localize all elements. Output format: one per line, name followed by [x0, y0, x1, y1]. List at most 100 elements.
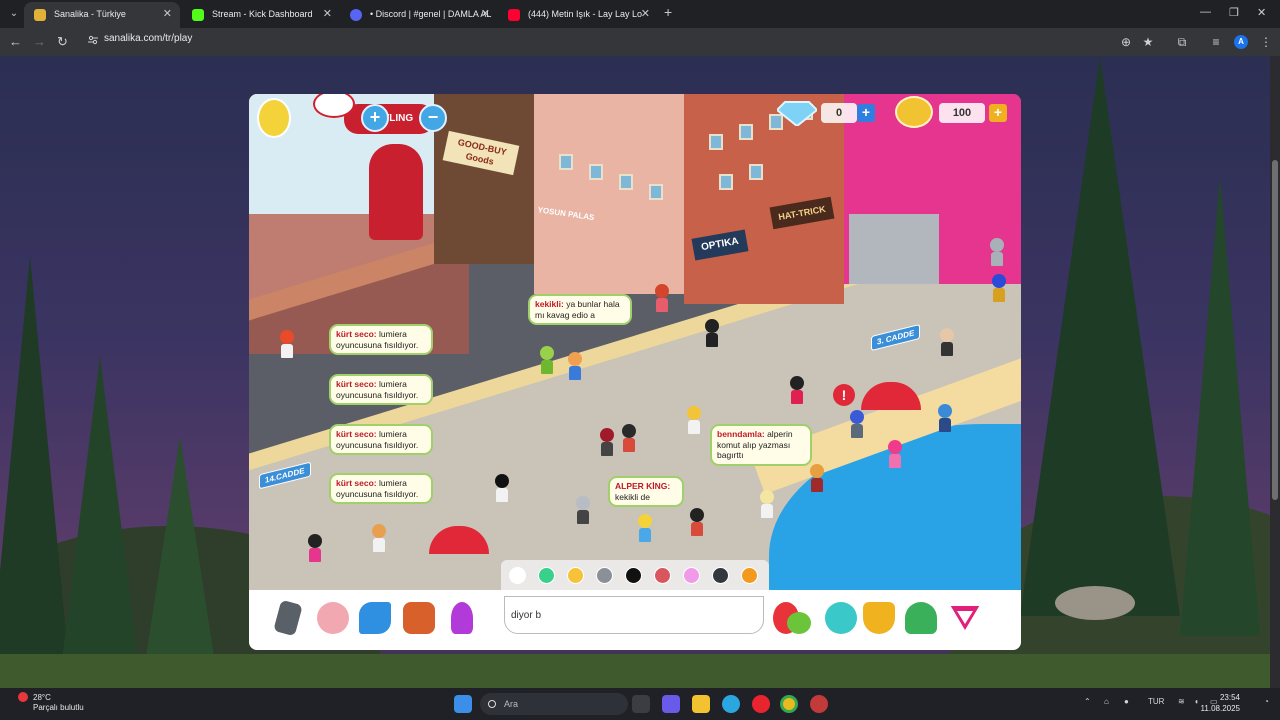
tab-close-icon[interactable]: ✕	[641, 2, 650, 26]
chrome-menu-icon[interactable]: ⋮	[1258, 34, 1274, 50]
weather-widget[interactable]: 28°C Parçalı bulutlu	[33, 693, 84, 713]
player-avatar[interactable]	[257, 98, 291, 138]
pine-tree	[1180, 176, 1260, 636]
avatar-character[interactable]	[759, 490, 775, 518]
actions-icon[interactable]	[451, 602, 473, 634]
pine-tree	[140, 436, 220, 688]
avatar-character[interactable]	[991, 274, 1007, 302]
window	[749, 164, 763, 180]
color-swatch-dark[interactable]	[712, 567, 729, 584]
color-swatch-gray[interactable]	[596, 567, 613, 584]
url-text[interactable]: sanalika.com/tr/play	[104, 33, 192, 44]
emotions-icon[interactable]	[317, 602, 349, 634]
new-tab-icon[interactable]: +	[664, 4, 672, 20]
bookmark-star-icon[interactable]: ★	[1140, 34, 1156, 50]
avatar-character[interactable]	[307, 534, 323, 562]
chrome-icon[interactable]	[780, 695, 798, 713]
island-icon[interactable]	[905, 602, 937, 634]
tab-close-icon[interactable]: ✕	[481, 2, 490, 26]
media-controls-icon[interactable]: ≡	[1208, 34, 1224, 50]
file-explorer-icon[interactable]	[692, 695, 710, 713]
microphone-icon[interactable]: ●	[1124, 697, 1129, 706]
site-info-icon[interactable]	[88, 35, 98, 45]
buy-diamonds-button[interactable]: +	[857, 104, 875, 122]
avatar-character[interactable]	[689, 508, 705, 536]
language-indicator[interactable]: TUR	[1148, 697, 1164, 706]
avatar-character[interactable]	[621, 424, 637, 452]
tab-kick[interactable]: Stream - Kick Dashboard ✕	[182, 2, 340, 28]
color-swatch-yellow[interactable]	[567, 567, 584, 584]
trophy-icon[interactable]	[863, 602, 895, 634]
restore-icon[interactable]: ❐	[1229, 6, 1239, 19]
copilot-icon[interactable]	[662, 695, 680, 713]
tab-discord[interactable]: • Discord | #genel | DAMLA AL ✕	[340, 2, 498, 28]
avatar-character[interactable]	[789, 376, 805, 404]
wifi-icon[interactable]: ≋	[1178, 697, 1185, 706]
avatar-character[interactable]	[704, 319, 720, 347]
address-bar[interactable]	[80, 31, 1166, 53]
game-window[interactable]: BOWLING GOOD-BUY Goods YOSUN PALAS OPTIK…	[249, 94, 1021, 650]
scrollbar-thumb[interactable]	[1272, 160, 1278, 500]
avatar-character[interactable]	[809, 464, 825, 492]
chat-bubble-green-icon[interactable]	[787, 612, 811, 634]
avatar-character[interactable]	[279, 330, 295, 358]
avatar-character[interactable]	[989, 238, 1005, 266]
task-view-icon[interactable]	[632, 695, 650, 713]
goodbuy-building[interactable]	[434, 94, 534, 264]
dance-icon[interactable]	[359, 602, 391, 634]
avatar-character[interactable]	[539, 346, 555, 374]
tab-search-icon[interactable]: ⌄	[6, 6, 22, 22]
volume-icon[interactable]: ◖	[1194, 697, 1199, 706]
avatar-character[interactable]	[494, 474, 510, 502]
profile-avatar[interactable]: A	[1234, 35, 1248, 49]
avatar-character[interactable]	[567, 352, 583, 380]
avatar-character[interactable]	[849, 410, 865, 438]
zoom-icon[interactable]: ⊕	[1118, 34, 1134, 50]
avatar-character[interactable]	[654, 284, 670, 312]
network-tray-icon[interactable]: ⌂	[1104, 697, 1109, 706]
edge-icon[interactable]	[722, 695, 740, 713]
color-swatch-white[interactable]	[509, 567, 526, 584]
inventory-bag-icon[interactable]	[403, 602, 435, 634]
back-icon[interactable]: ←	[9, 34, 22, 50]
notifications-icon[interactable]: ◔	[1264, 697, 1269, 706]
avatar-character[interactable]	[575, 496, 591, 524]
avatar-character[interactable]	[637, 514, 653, 542]
taskbar-search[interactable]: Ara	[480, 693, 628, 715]
color-swatch-green[interactable]	[538, 567, 555, 584]
chat-input[interactable]	[504, 596, 764, 634]
app-icon[interactable]	[810, 695, 828, 713]
zoom-in-button[interactable]: +	[361, 104, 389, 132]
avatar-character[interactable]	[937, 404, 953, 432]
tab-close-icon[interactable]: ✕	[323, 2, 332, 26]
alert-icon[interactable]: !	[833, 384, 855, 406]
tab-close-icon[interactable]: ✕	[163, 2, 172, 26]
tab-youtube[interactable]: (444) Metin Işık - Lay Lay Lo ✕	[498, 2, 658, 28]
pet-icon[interactable]	[825, 602, 857, 634]
minimize-icon[interactable]: —	[1200, 6, 1211, 18]
discord-favicon-icon	[350, 9, 362, 21]
reload-icon[interactable]: ↻	[57, 34, 68, 50]
zoom-out-button[interactable]: −	[419, 104, 447, 132]
page-scrollbar[interactable]	[1270, 56, 1280, 688]
close-window-icon[interactable]: ✕	[1257, 6, 1266, 19]
tray-chevron-icon[interactable]: ⌃	[1084, 697, 1091, 706]
color-swatch-orange[interactable]	[741, 567, 758, 584]
avatar-character[interactable]	[599, 428, 615, 456]
color-swatch-pink[interactable]	[683, 567, 700, 584]
avatar-character[interactable]	[371, 524, 387, 552]
game-scene[interactable]: BOWLING GOOD-BUY Goods YOSUN PALAS OPTIK…	[249, 94, 1021, 590]
menu-toggle-icon[interactable]	[947, 602, 983, 634]
opera-icon[interactable]	[752, 695, 770, 713]
tab-sanalika[interactable]: Sanalika - Türkiye ✕	[24, 2, 180, 28]
avatar-character[interactable]	[939, 328, 955, 356]
extensions-icon[interactable]: ⧉	[1174, 34, 1190, 50]
avatar-character[interactable]	[887, 440, 903, 468]
forward-icon[interactable]: →	[33, 34, 46, 50]
color-swatch-black[interactable]	[625, 567, 642, 584]
avatar-character[interactable]	[686, 406, 702, 434]
system-clock[interactable]: 23:54 11.08.2025	[1201, 692, 1240, 714]
buy-coins-button[interactable]: +	[989, 104, 1007, 122]
windows-start-icon[interactable]	[454, 695, 472, 713]
color-swatch-red[interactable]	[654, 567, 671, 584]
